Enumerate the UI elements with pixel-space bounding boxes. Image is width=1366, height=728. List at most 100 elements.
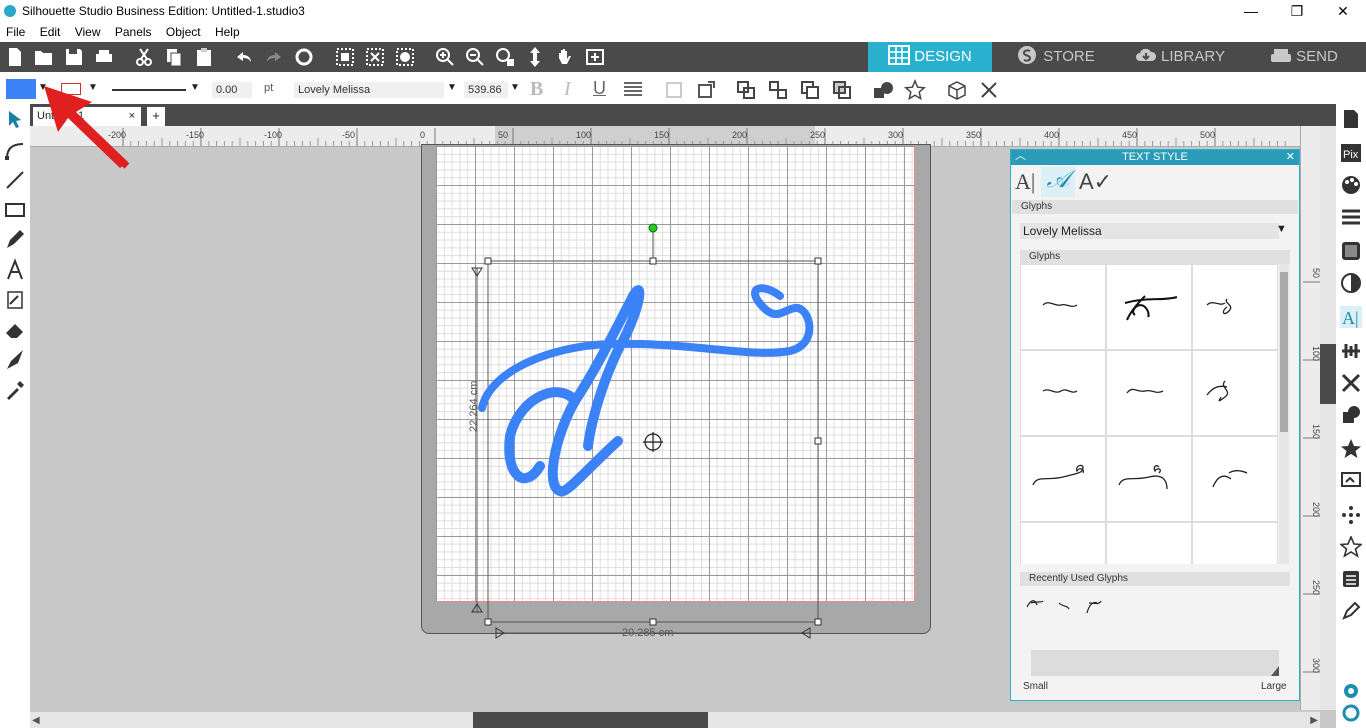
glyph-grid-scrollbar[interactable] [1279,264,1289,564]
glyph-scroll-thumb[interactable] [1280,272,1288,432]
vertical-scroll-thumb[interactable] [1320,344,1336,404]
scroll-right-icon[interactable]: ▶ [1310,715,1318,726]
copy-icon[interactable] [163,46,185,68]
tab-design[interactable]: DESIGN [868,42,992,72]
align-panel-icon[interactable] [1340,340,1362,362]
tab-library[interactable]: LIBRARY [1118,42,1242,72]
align-justify-icon[interactable] [622,80,644,98]
glyph-cell[interactable] [1107,523,1191,564]
line-style-dropdown-icon[interactable]: ▼ [190,82,200,93]
italic-button[interactable]: I [564,78,571,101]
menu-edit[interactable]: Edit [34,23,66,39]
bold-button[interactable]: B [530,78,543,101]
save-icon[interactable] [63,46,85,68]
spelling-tab-icon[interactable]: A✓ [1079,169,1112,195]
close-panel-icon[interactable]: ✕ [1286,150,1295,165]
rectangle-tool-icon[interactable] [3,198,27,222]
ungroup-icon[interactable] [768,80,788,100]
open-folder-icon[interactable] [33,46,55,68]
glyph-cell[interactable] [1107,265,1191,349]
minimize-button[interactable]: — [1228,0,1274,23]
menu-object[interactable]: Object [160,23,206,39]
glyph-cell[interactable] [1021,351,1105,435]
star-favorite-icon[interactable] [1340,438,1362,460]
paste-icon[interactable] [193,46,215,68]
font-dropdown-icon[interactable]: ▼ [447,82,457,93]
knife-icon[interactable] [3,348,27,372]
make-compound-path-icon[interactable] [800,80,820,100]
zoom-out-icon[interactable] [464,46,486,68]
underline-button[interactable]: U [593,78,606,99]
glyphs-tab-icon[interactable]: 𝒜 [1041,167,1075,197]
cut-icon[interactable] [133,46,155,68]
slider-handle[interactable] [1271,666,1279,676]
select-all-icon[interactable] [334,46,356,68]
eraser-icon[interactable] [3,318,27,342]
3d-box-icon[interactable] [945,79,969,101]
menu-help[interactable]: Help [209,23,245,39]
star-outline-icon[interactable] [1338,534,1364,558]
settings-gear-icon[interactable] [1340,680,1362,702]
maximize-button[interactable]: ❐ [1274,0,1320,23]
transform-icon[interactable] [696,80,716,100]
glyph-size-slider[interactable] [1031,650,1279,676]
release-compound-path-icon[interactable] [832,80,852,100]
line-tool-icon[interactable] [3,168,27,192]
font-size-input[interactable]: 539.86 [464,82,508,98]
weld-icon[interactable] [872,80,894,100]
zoom-select-icon[interactable] [494,46,516,68]
glyph-cell[interactable] [1021,437,1105,521]
font-size-dropdown-icon[interactable]: ▼ [510,82,520,93]
fit-to-page-icon[interactable] [584,46,606,68]
library-stack-icon[interactable] [1340,568,1362,590]
refresh-icon[interactable] [1340,702,1362,724]
glyph-cell[interactable] [1107,437,1191,521]
menu-file[interactable]: File [0,23,30,39]
sketch-tool-icon[interactable] [3,288,27,312]
recent-glyphs-list[interactable] [1023,593,1113,617]
new-file-icon[interactable] [4,46,26,68]
glyph-cell[interactable] [1193,265,1277,349]
font-select[interactable]: Lovely Melissa [294,82,444,98]
redo-icon[interactable] [263,46,285,68]
replicate-icon[interactable] [1340,372,1362,394]
glyph-cell[interactable] [1021,523,1105,564]
glyph-cell[interactable] [1107,351,1191,435]
tab-send[interactable]: SEND [1242,42,1366,72]
page-setup-icon[interactable] [1340,108,1362,130]
star-shape-icon[interactable] [903,79,927,101]
zoom-in-icon[interactable] [434,46,456,68]
horizontal-scroll-thumb[interactable] [473,712,708,728]
text-style-panel-icon[interactable]: A| [1340,306,1362,328]
glyph-cell[interactable] [1193,437,1277,521]
modify-icon[interactable] [1340,404,1362,426]
glyph-cell[interactable] [1021,265,1105,349]
eyedropper-icon[interactable] [3,378,27,402]
select-arrow-icon[interactable] [3,108,27,132]
image-effects-icon[interactable] [1340,240,1362,262]
offset-icon[interactable] [1340,504,1362,526]
trace-icon[interactable] [1340,470,1362,492]
glyph-font-select[interactable]: Lovely Melissa [1020,223,1279,239]
text-style-tab-icon[interactable]: A| [1015,169,1039,195]
sketch-pen-icon[interactable] [1340,600,1362,622]
draw-pencil-icon[interactable] [3,228,27,252]
undo-icon[interactable] [233,46,255,68]
redraw-icon[interactable] [293,46,315,68]
deselect-icon[interactable] [364,46,386,68]
close-window-button[interactable]: ✕ [1320,0,1366,23]
point-edit-icon[interactable] [3,138,27,162]
fill-palette-icon[interactable] [1340,174,1362,196]
glyph-cell[interactable] [1193,351,1277,435]
close-toolbar-icon[interactable] [978,79,1000,101]
print-icon[interactable] [93,46,115,68]
group-icon[interactable] [736,80,756,100]
glyph-cell[interactable] [1193,523,1277,564]
transparency-icon[interactable] [1340,272,1362,294]
scroll-left-icon[interactable]: ◀ [32,715,40,726]
menu-view[interactable]: View [69,23,106,39]
menu-panels[interactable]: Panels [109,23,157,39]
select-by-color-icon[interactable] [394,46,416,68]
tab-store[interactable]: STORE [994,42,1118,72]
pan-hand-icon[interactable] [554,46,576,68]
